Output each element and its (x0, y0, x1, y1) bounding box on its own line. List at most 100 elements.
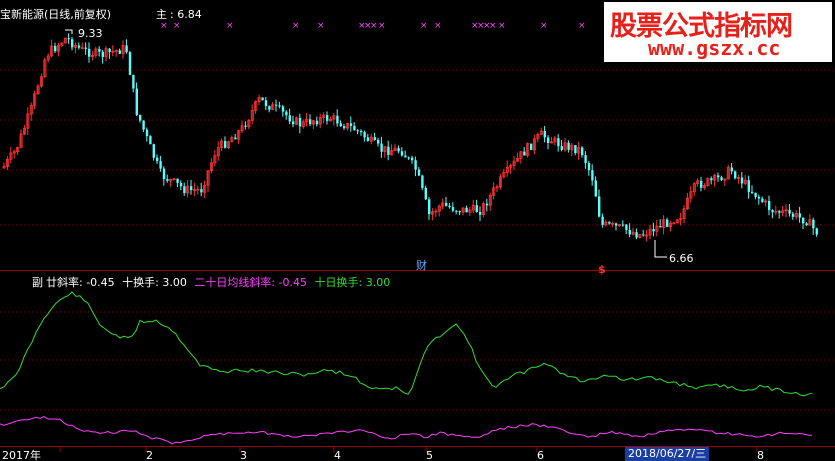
candle-body-100 (343, 126, 346, 129)
candle-body-36 (125, 45, 128, 53)
candle-body-71 (244, 125, 247, 127)
candle-body-42 (145, 129, 149, 137)
low-leader (654, 240, 667, 258)
candle-body-87 (298, 117, 302, 127)
candle-body-220 (751, 191, 754, 193)
legend-turnover10: 十换手: 3.00 (122, 276, 187, 289)
stock-chart-window[interactable]: ×××××××××××××××××××× 宝新能源(日线,前复权) 主 : 6.… (0, 0, 835, 461)
candle-body-219 (747, 180, 750, 192)
candle-body-43 (149, 136, 152, 145)
signal-cross-0: × (160, 21, 168, 31)
candle-body-52 (179, 182, 183, 187)
candle-body-173 (591, 170, 594, 181)
legend-turnover-10day: 十日换手: 3.00 (314, 276, 391, 289)
candle-body-171 (584, 155, 587, 164)
signal-cross-16: × (540, 21, 548, 31)
candle-body-131 (448, 205, 451, 208)
candle-body-124 (424, 187, 427, 200)
signal-cross-17: × (578, 21, 586, 31)
candle-body-183 (625, 224, 628, 230)
ma20-slope-line (0, 416, 813, 445)
candle-body-140 (479, 212, 482, 215)
turnover-line (0, 291, 813, 397)
candle-body-133 (455, 210, 458, 212)
candle-body-41 (142, 120, 145, 130)
candle-body-132 (451, 207, 455, 211)
candle-body-117 (400, 151, 404, 156)
candle-body-175 (598, 196, 601, 217)
candle-body-31 (108, 48, 111, 53)
candle-body-155 (530, 143, 533, 150)
candle-body-211 (720, 177, 723, 181)
candle-body-55 (190, 186, 193, 190)
candle-body-172 (587, 163, 591, 171)
candle-body-103 (353, 125, 356, 131)
candle-body-232 (791, 213, 795, 217)
candle-body-68 (234, 137, 237, 140)
candle-body-80 (275, 104, 278, 106)
xaxis-label-3: 3 (240, 449, 247, 461)
candle-body-234 (798, 213, 801, 218)
candle-body-178 (608, 222, 611, 224)
candle-body-38 (132, 74, 135, 89)
candle-body-25 (88, 48, 91, 57)
candle-body-184 (628, 229, 631, 235)
candle-body-208 (710, 178, 713, 181)
candle-body-231 (788, 209, 791, 214)
candle-body-238 (812, 219, 815, 229)
candle-body-53 (183, 186, 186, 193)
stock-title: 宝新能源(日线,前复权) (0, 8, 112, 21)
candle-body-90 (309, 119, 312, 125)
candle-body-120 (411, 157, 414, 161)
signal-cross-7: × (370, 21, 378, 31)
candle-body-163 (557, 138, 560, 147)
xaxis-label-4: 4 (334, 449, 341, 461)
xaxis-label-2: 2 (146, 449, 153, 461)
candle-body-24 (84, 47, 87, 49)
candle-body-159 (543, 131, 546, 138)
candle-body-58 (200, 189, 203, 193)
signal-cross-3: × (292, 21, 300, 31)
indicator-prefix: 副 (32, 276, 43, 289)
candle-body-116 (397, 148, 400, 152)
candle-body-119 (407, 157, 410, 159)
candle-body-76 (261, 97, 264, 101)
candle-body-188 (642, 234, 645, 236)
dividend-event-marker[interactable]: $ (598, 263, 606, 276)
legend-slope20: 廿斜率: -0.45 (46, 276, 115, 289)
candle-body-123 (421, 175, 424, 188)
candle-body-180 (615, 223, 618, 226)
finance-event-marker[interactable]: 财 (416, 259, 427, 272)
watermark-logo: 股票公式指标网 www.gszx.cc (604, 2, 832, 62)
candle-body-15 (54, 46, 57, 52)
candle-body-78 (268, 106, 271, 110)
candle-body-164 (560, 146, 563, 150)
candle-body-170 (581, 147, 584, 156)
candle-body-125 (428, 199, 431, 215)
candle-body-40 (139, 114, 142, 121)
candle-body-44 (152, 144, 155, 158)
candle-body-193 (659, 226, 662, 228)
candle-body-85 (292, 121, 295, 125)
candle-body-130 (445, 202, 448, 206)
signal-cross-9: × (420, 21, 428, 31)
cursor-date-box: 2018/06/27/三 (625, 447, 710, 461)
chart-canvas[interactable]: ×××××××××××××××××××× (0, 0, 835, 461)
candle-body-215 (734, 171, 737, 179)
candle-body-51 (176, 178, 179, 183)
low-price-label: 6.66 (669, 252, 694, 265)
candle-body-225 (768, 201, 771, 211)
candle-body-136 (465, 207, 468, 213)
high-price-label: 9.33 (78, 27, 103, 40)
candle-body-195 (666, 219, 669, 227)
candle-body-122 (417, 169, 421, 176)
candle-body-186 (635, 232, 638, 238)
candle-body-221 (754, 192, 757, 197)
signal-cross-15: × (498, 21, 506, 31)
candle-body-223 (761, 198, 764, 202)
candle-body-121 (414, 160, 417, 170)
candle-body-191 (652, 229, 655, 232)
indicator-legend: 廿斜率: -0.45 十换手: 3.00 二十日均线斜率: -0.45 十日换手… (46, 276, 394, 289)
candle-body-104 (356, 130, 359, 132)
candle-body-92 (315, 120, 319, 125)
